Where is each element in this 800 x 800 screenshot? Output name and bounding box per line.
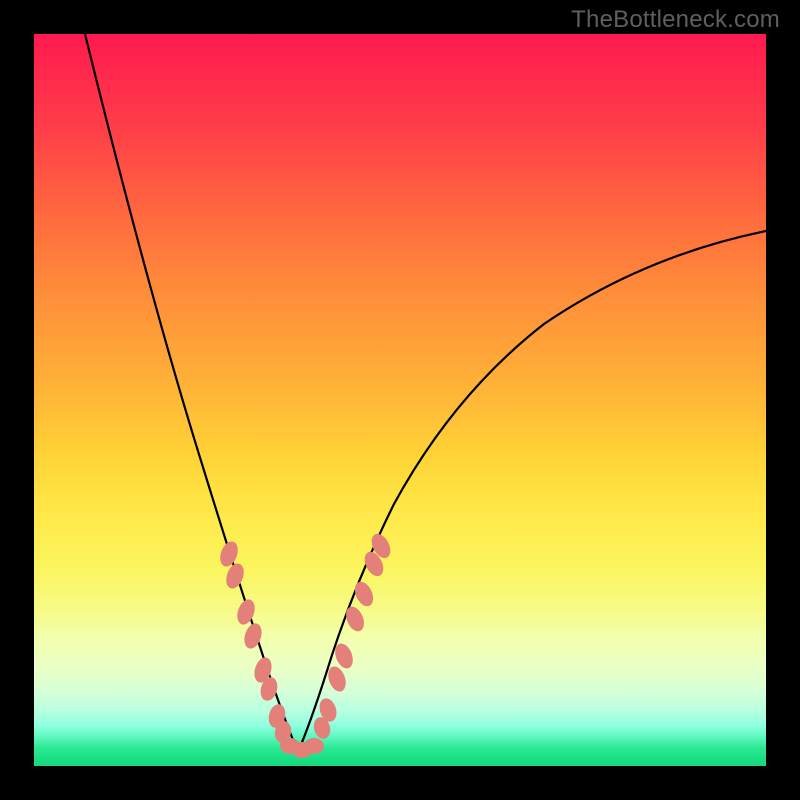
curve-left-branch [85,34,298,752]
attribution-text: TheBottleneck.com [571,6,780,34]
curve-right-branch [298,231,766,752]
chart-frame: TheBottleneck.com [0,0,800,800]
bead-cluster-left [217,539,293,744]
bottleneck-curve [34,34,766,766]
plot-area [34,34,766,766]
bead-cluster-right [311,531,394,741]
